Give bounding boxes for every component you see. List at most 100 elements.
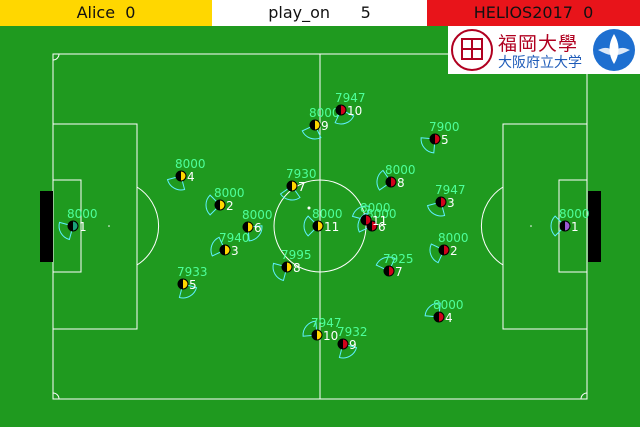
left-player-9: 80009: [301, 106, 340, 140]
player-stamina: 8000: [214, 186, 245, 200]
player-number: 7: [298, 180, 306, 194]
right-player-8: 80008: [376, 163, 416, 191]
player-number: 11: [324, 220, 339, 234]
play-status: play_on 5: [212, 0, 427, 26]
player-number: 1: [571, 220, 579, 234]
player-number: 1: [79, 220, 87, 234]
left-penalty-arc: [136, 186, 160, 266]
player-number: 7: [395, 265, 403, 279]
player-stamina: 8000: [312, 207, 343, 221]
right-team-players: 8000180002794738000479005800067925780008…: [334, 91, 590, 359]
right-player-3: 79473: [426, 183, 466, 217]
player-number: 11: [372, 214, 387, 228]
player-stamina: 7900: [429, 120, 460, 134]
left-player-2: 80002: [205, 186, 245, 216]
left-goal: [40, 191, 53, 262]
left-player-1: 80001: [58, 207, 98, 241]
player-stamina: 7947: [435, 183, 466, 197]
player-facing: [176, 171, 181, 181]
player-stamina: 7932: [337, 325, 368, 339]
player-facing: [430, 134, 435, 144]
player-facing: [282, 262, 287, 272]
logo-text-japanese: 大阪府立大学: [498, 55, 582, 71]
soccer-field: 8000180002794038000479335800067930779958…: [40, 53, 601, 400]
player-number: 10: [347, 104, 362, 118]
player-facing: [434, 312, 439, 322]
left-player-8: 79958: [272, 248, 312, 282]
left-player-11: 800011: [303, 207, 343, 237]
right-player-5: 79005: [420, 120, 460, 154]
player-stamina: 8000: [559, 207, 590, 221]
player-number: 4: [187, 170, 195, 184]
player-stamina: 8000: [67, 207, 98, 221]
player-stamina: 8000: [175, 157, 206, 171]
player-facing: [68, 221, 73, 231]
cycle-counter: 5: [360, 3, 371, 22]
player-facing: [312, 330, 317, 340]
left-team-name: Alice: [76, 3, 116, 22]
left-player-10: 794710: [302, 316, 342, 343]
player-number: 2: [450, 244, 458, 258]
ball: [307, 206, 311, 210]
right-penalty-arc: [480, 186, 504, 266]
player-stamina: 7995: [281, 248, 312, 262]
right-player-7: 79257: [375, 252, 414, 279]
right-player-9: 79329: [337, 325, 368, 359]
corner-arc-bl: [52, 392, 60, 400]
player-stamina: 8000: [385, 163, 416, 177]
sponsor-logo: 福岡大學 大阪府立大学: [448, 26, 640, 74]
player-number: 6: [254, 221, 262, 235]
player-stamina: 7947: [335, 91, 366, 105]
player-number: 8: [293, 261, 301, 275]
player-stamina: 7933: [177, 265, 208, 279]
player-number: 3: [231, 244, 239, 258]
player-stamina: 8000: [242, 208, 273, 222]
player-stamina: 7930: [286, 167, 317, 181]
player-facing: [384, 266, 389, 276]
right-team-goals: 0: [583, 3, 594, 22]
player-stamina: 7940: [219, 231, 250, 245]
player-facing: [310, 120, 315, 130]
scoreboard: Alice 0 play_on 5 HELIOS2017 0: [0, 0, 640, 26]
player-facing: [178, 279, 183, 289]
left-team-score: Alice 0: [0, 0, 212, 26]
corner-arc-br: [580, 392, 588, 400]
player-facing: [439, 245, 444, 255]
player-stamina: 8000: [438, 231, 469, 245]
play-mode: play_on: [268, 3, 331, 22]
right-player-10: 794710: [334, 91, 366, 125]
player-number: 9: [349, 338, 357, 352]
player-facing: [215, 200, 220, 210]
right-team-score: HELIOS2017 0: [427, 0, 640, 26]
left-penalty-area: [52, 123, 138, 330]
player-number: 10: [323, 329, 338, 343]
player-number: 9: [321, 119, 329, 133]
player-number: 2: [226, 199, 234, 213]
right-goal: [588, 191, 601, 262]
university-crest-icon: [451, 29, 493, 71]
left-player-4: 80004: [166, 157, 206, 191]
left-player-5: 79335: [177, 265, 208, 299]
left-team-players: 8000180002794038000479335800067930779958…: [58, 106, 343, 343]
player-facing: [560, 221, 565, 231]
player-facing: [436, 197, 441, 207]
right-player-1: 80001: [550, 207, 590, 237]
corner-arc-tl: [52, 53, 60, 61]
player-facing: [313, 221, 318, 231]
player-stamina: 8000: [433, 298, 464, 312]
player-number: 3: [447, 196, 455, 210]
left-penalty-spot: [108, 225, 110, 227]
right-player-4: 80004: [424, 298, 464, 325]
player-stamina: 7925: [383, 252, 414, 266]
right-player-2: 80002: [429, 231, 469, 264]
player-facing: [338, 339, 343, 349]
player-number: 8: [397, 176, 405, 190]
left-player-3: 79403: [210, 231, 250, 258]
player-stamina: 8000: [360, 201, 391, 215]
player-facing: [220, 245, 225, 255]
right-penalty-spot: [530, 225, 532, 227]
player-number: 5: [441, 133, 449, 147]
player-number: 5: [189, 278, 197, 292]
university-emblem-icon: [593, 29, 635, 71]
player-number: 4: [445, 311, 453, 325]
